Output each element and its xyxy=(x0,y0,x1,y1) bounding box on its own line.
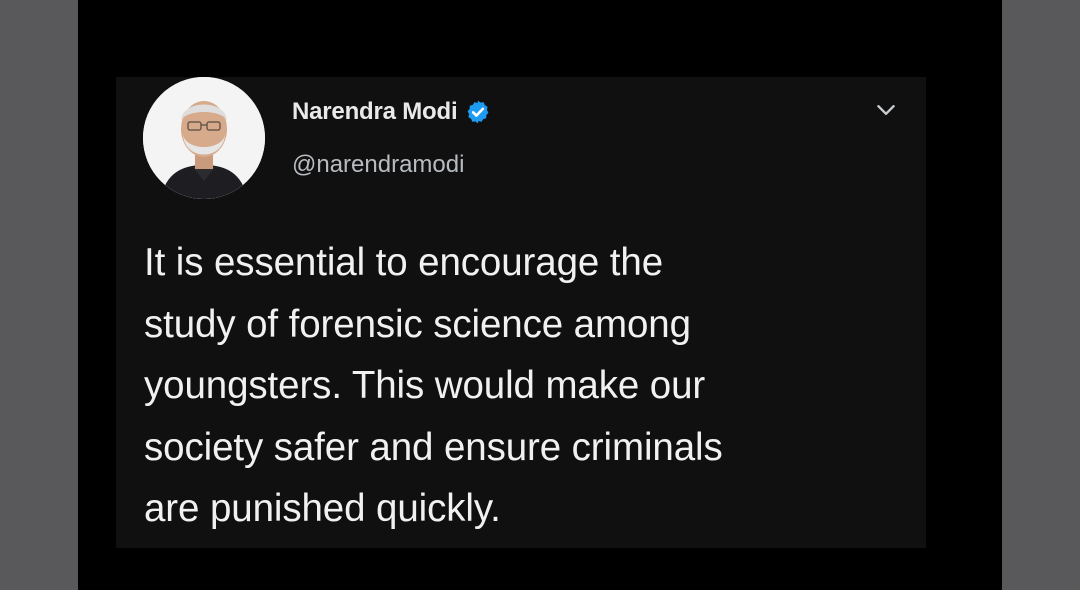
user-handle[interactable]: @narendramodi xyxy=(292,151,464,179)
chevron-down-icon[interactable] xyxy=(873,97,899,123)
tweet-card: Narendra Modi @narendramodi It is essent… xyxy=(116,77,926,548)
tweet-text-line: society safer and ensure criminals xyxy=(144,425,723,469)
right-letterbox xyxy=(1002,0,1080,590)
left-letterbox xyxy=(0,0,78,590)
name-row: Narendra Modi xyxy=(292,97,491,127)
tweet-text: It is essential to encourage the study o… xyxy=(144,232,914,540)
avatar-portrait xyxy=(143,77,265,199)
display-name[interactable]: Narendra Modi xyxy=(292,98,458,126)
tweet-text-line: study of forensic science among xyxy=(144,302,691,346)
tweet-text-line: It is essential to encourage the xyxy=(144,241,664,284)
verified-badge-icon xyxy=(465,99,491,125)
avatar[interactable] xyxy=(143,77,265,199)
tweet-text-line: are punished quickly. xyxy=(144,487,501,530)
tweet-text-line: youngsters. This would make our xyxy=(144,364,706,407)
